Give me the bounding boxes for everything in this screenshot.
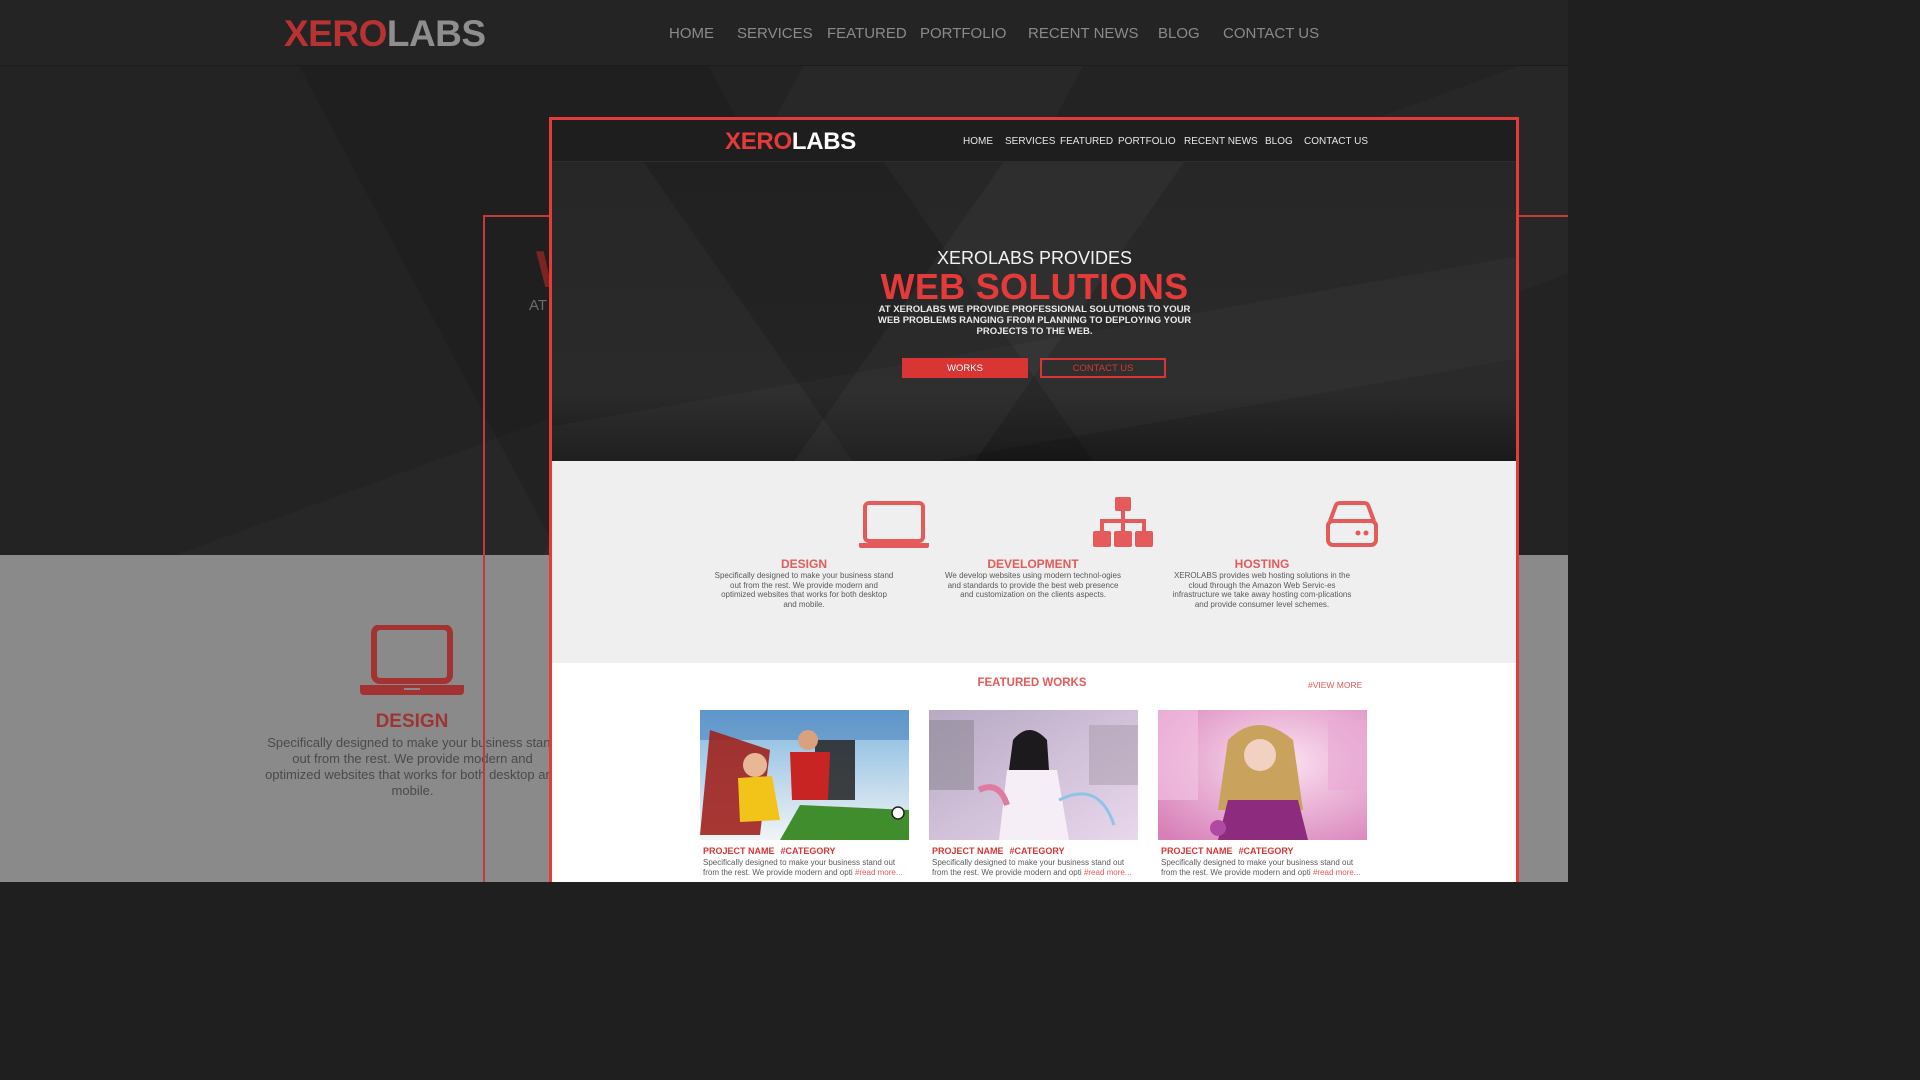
logo-labs-text: LABS	[791, 128, 856, 155]
site-header: XEROLABS HOME SERVICES FEATURED PORTFOLI…	[552, 120, 1516, 162]
nav-home[interactable]: HOME	[963, 136, 993, 147]
service-title: HOSTING	[1234, 557, 1290, 571]
project-name[interactable]: PROJECT NAME	[703, 846, 775, 856]
project-meta: PROJECT NAME #CATEGORY	[1161, 846, 1294, 856]
featured-works-section: FEATURED WORKS #VIEW MORE PROJECT NAME #C…	[552, 663, 1516, 882]
service-desc: We develop websites using modern technol…	[945, 571, 1121, 600]
project-category[interactable]: #CATEGORY	[781, 846, 836, 856]
read-more-link[interactable]: #read more...	[1084, 868, 1132, 877]
project-meta: PROJECT NAME #CATEGORY	[932, 846, 1065, 856]
logo-xero-text: XERO	[725, 128, 792, 155]
services-section: DESIGN Specifically designed to make you…	[552, 461, 1516, 663]
project-thumbnail[interactable]	[929, 710, 1138, 840]
nav-recent-news[interactable]: RECENT NEWS	[1028, 25, 1139, 42]
background-nav: HOME SERVICES FEATURED PORTFOLIO RECENT …	[0, 25, 1568, 47]
project-meta: PROJECT NAME #CATEGORY	[703, 846, 836, 856]
laptop-icon	[859, 501, 929, 548]
service-title: DESIGN	[780, 557, 827, 571]
featured-title: FEATURED WORKS	[977, 677, 1087, 689]
nav-portfolio[interactable]: PORTFOLIO	[1118, 136, 1176, 147]
nav-blog[interactable]: BLOG	[1158, 25, 1200, 42]
service-title: DEVELOPMENT	[987, 557, 1079, 571]
nav-services[interactable]: SERVICES	[1005, 136, 1055, 147]
background-design-desc: Specifically designed to make your busin…	[265, 735, 560, 798]
website-mockup: XEROLABS HOME SERVICES FEATURED PORTFOLI…	[549, 117, 1519, 882]
works-button[interactable]: WORKS	[902, 358, 1028, 378]
laptop-icon	[360, 625, 464, 695]
nav-recent-news[interactable]: RECENT NEWS	[1184, 136, 1258, 147]
frame-line	[483, 215, 553, 217]
nav-featured[interactable]: FEATURED	[1060, 136, 1113, 147]
project-category[interactable]: #CATEGORY	[1010, 846, 1065, 856]
service-desc: Specifically designed to make your busin…	[714, 571, 894, 609]
project-name[interactable]: PROJECT NAME	[932, 846, 1004, 856]
hero-section: XEROLABS HOME SERVICES FEATURED PORTFOLI…	[552, 120, 1516, 461]
project-desc: Specifically designed to make your busin…	[932, 858, 1137, 878]
nav-portfolio[interactable]: PORTFOLIO	[920, 25, 1006, 42]
project-name[interactable]: PROJECT NAME	[1161, 846, 1233, 856]
background-hero-subtext-fragment: AT	[529, 297, 548, 314]
nav-contact-us[interactable]: CONTACT US	[1223, 25, 1319, 42]
contact-us-button[interactable]: CONTACT US	[1040, 358, 1166, 378]
nav-services[interactable]: SERVICES	[737, 25, 813, 42]
view-more-link[interactable]: #VIEW MORE	[1308, 680, 1362, 690]
nav-featured[interactable]: FEATURED	[827, 25, 907, 42]
project-desc: Specifically designed to make your busin…	[703, 858, 908, 878]
server-icon	[1326, 501, 1378, 547]
nav-blog[interactable]: BLOG	[1265, 136, 1293, 147]
project-category[interactable]: #CATEGORY	[1239, 846, 1294, 856]
hero-headline: WEB SOLUTIONS	[880, 266, 1189, 307]
sitemap-icon	[1093, 497, 1153, 547]
project-thumbnail[interactable]	[700, 710, 909, 840]
background-header: XEROLABS HOME SERVICES FEATURED PORTFOLI…	[0, 0, 1568, 66]
frame-line	[1516, 215, 1568, 217]
service-desc: XEROLABS provides web hosting solutions …	[1172, 571, 1352, 609]
background-design-title: DESIGN	[375, 711, 449, 732]
frame-line	[483, 215, 485, 882]
read-more-link[interactable]: #read more...	[1313, 868, 1361, 877]
site-logo[interactable]: XEROLABS	[725, 128, 856, 156]
hero-subtext: AT XEROLABS WE PROVIDE PROFESSIONAL SOLU…	[877, 304, 1192, 337]
project-thumbnail[interactable]	[1158, 710, 1367, 840]
read-more-link[interactable]: #read more...	[855, 868, 903, 877]
project-desc: Specifically designed to make your busin…	[1161, 858, 1366, 878]
nav-contact-us[interactable]: CONTACT US	[1304, 136, 1368, 147]
nav-home[interactable]: HOME	[669, 25, 714, 42]
